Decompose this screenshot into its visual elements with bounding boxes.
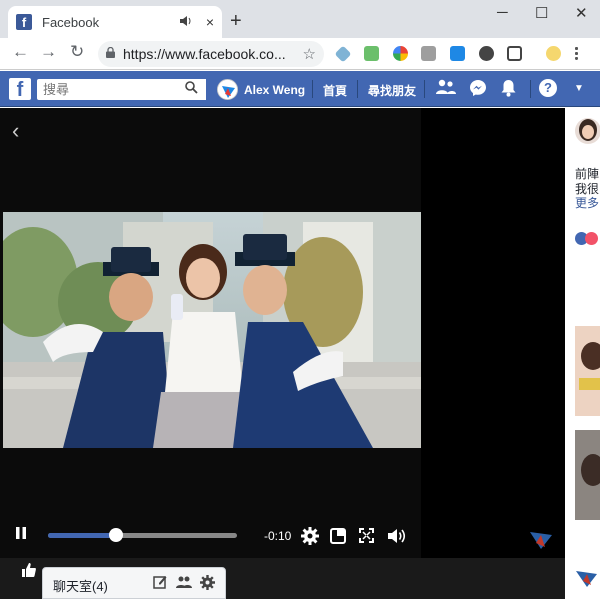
- extension-icon-2[interactable]: [364, 46, 379, 61]
- help-icon[interactable]: ?: [539, 79, 557, 97]
- like-icon[interactable]: [22, 563, 36, 582]
- compose-message-icon[interactable]: [153, 575, 167, 592]
- chat-settings-gear-icon[interactable]: [200, 575, 215, 593]
- back-arrow-icon[interactable]: ‹: [12, 118, 19, 144]
- profile-link[interactable]: Alex Weng: [217, 79, 305, 100]
- time-remaining: -0:10: [264, 529, 292, 543]
- speaker-icon[interactable]: [179, 15, 192, 29]
- sidebar-image-2[interactable]: [575, 430, 600, 520]
- menu-kebab-icon[interactable]: [575, 46, 578, 60]
- notifications-bell-icon[interactable]: [500, 79, 517, 102]
- address-bar[interactable]: https://www.facebook.co... ☆: [98, 41, 324, 67]
- facebook-search-box: [37, 79, 206, 100]
- maximize-icon[interactable]: ☐: [535, 4, 548, 22]
- facebook-top-bar: f Alex Weng 首頁 尋找朋友 ? ▼: [0, 71, 600, 107]
- progress-slider[interactable]: [48, 528, 237, 542]
- close-window-icon[interactable]: ✕: [575, 4, 588, 22]
- browser-tab-strip: f Facebook × + ─ ☐ ✕: [0, 0, 600, 38]
- fullscreen-icon[interactable]: [359, 528, 374, 548]
- nav-find-friends[interactable]: 尋找朋友: [368, 82, 416, 99]
- extension-icon-5[interactable]: [450, 46, 465, 61]
- volume-icon[interactable]: [387, 527, 406, 550]
- see-more-link[interactable]: 更多: [575, 194, 599, 211]
- screen: f Facebook × + ─ ☐ ✕ ← → ↻ https://www.f…: [0, 0, 600, 599]
- chat-bar[interactable]: 聊天室(4): [42, 567, 226, 599]
- bookmark-star-icon[interactable]: ☆: [303, 45, 316, 63]
- avatar: [217, 79, 238, 100]
- post-author-avatar[interactable]: [575, 118, 600, 144]
- bottom-logo-icon: [575, 567, 599, 594]
- extension-icon-4[interactable]: [421, 46, 436, 61]
- tab-title: Facebook: [42, 14, 100, 30]
- user-name: Alex Weng: [244, 82, 306, 97]
- minimize-icon[interactable]: ─: [497, 4, 508, 21]
- extension-icon-1[interactable]: [334, 45, 352, 63]
- video-controls: -0:10: [0, 520, 421, 552]
- pause-icon[interactable]: [15, 526, 27, 545]
- progress-handle[interactable]: [109, 528, 124, 542]
- sidebar-image-1[interactable]: [575, 326, 600, 416]
- new-tab-button[interactable]: +: [230, 10, 242, 32]
- facebook-favicon-icon: f: [16, 14, 32, 30]
- chat-label: 聊天室(4): [53, 579, 108, 594]
- browser-tab[interactable]: f Facebook ×: [8, 6, 222, 38]
- screenshot-extension-icon[interactable]: [507, 46, 522, 61]
- watermark-logo-icon: [528, 528, 554, 555]
- search-icon[interactable]: [185, 81, 198, 97]
- photo-viewer: ‹ -0:10: [0, 108, 565, 599]
- divider: [357, 80, 358, 98]
- reload-icon[interactable]: ↻: [70, 42, 84, 62]
- friend-requests-icon[interactable]: [436, 79, 456, 100]
- viewer-dark-area: [421, 108, 565, 558]
- extension-icon-6[interactable]: [479, 46, 494, 61]
- picture-in-picture-icon[interactable]: [330, 528, 346, 549]
- reaction-icons[interactable]: [575, 232, 598, 245]
- divider: [530, 80, 531, 98]
- progress-fill: [48, 533, 117, 538]
- account-menu-chevron-icon[interactable]: ▼: [574, 83, 584, 94]
- settings-gear-icon[interactable]: [301, 527, 319, 550]
- tab-close-icon[interactable]: ×: [206, 14, 214, 30]
- extension-icon-3[interactable]: [393, 46, 408, 61]
- nav-home[interactable]: 首頁: [323, 82, 347, 99]
- messenger-icon[interactable]: [469, 79, 487, 102]
- love-reaction-icon: [585, 232, 598, 245]
- browser-toolbar: ← → ↻ https://www.facebook.co... ☆: [0, 38, 600, 70]
- search-input[interactable]: [37, 79, 177, 100]
- facebook-logo-icon[interactable]: f: [9, 78, 31, 100]
- create-group-icon[interactable]: [176, 575, 192, 592]
- divider: [424, 80, 425, 98]
- url-text: https://www.facebook.co...: [123, 46, 286, 62]
- weather-extension-icon[interactable]: [546, 46, 561, 61]
- divider: [312, 80, 313, 98]
- back-icon[interactable]: ←: [12, 42, 29, 62]
- lock-icon: [106, 46, 115, 61]
- video-frame[interactable]: [3, 212, 421, 448]
- forward-icon[interactable]: →: [40, 42, 57, 62]
- right-sidebar: 前陣 我很 更多: [565, 108, 600, 599]
